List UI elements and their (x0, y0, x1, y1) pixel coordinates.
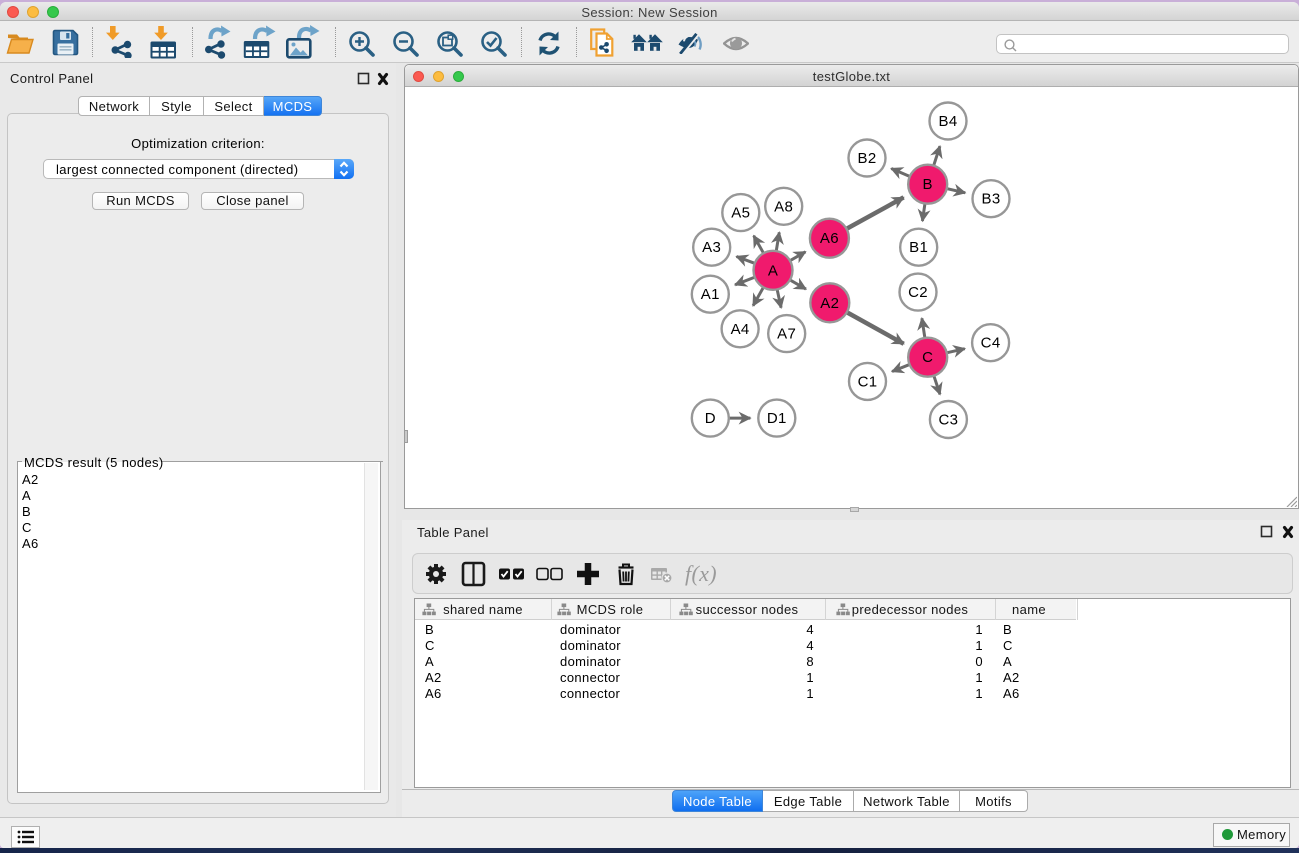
svg-text:A5: A5 (731, 205, 750, 222)
svg-text:B: B (923, 176, 933, 193)
svg-text:A8: A8 (774, 198, 793, 215)
svg-text:A2: A2 (820, 295, 839, 312)
svg-text:B1: B1 (909, 239, 928, 256)
svg-text:A4: A4 (731, 321, 750, 338)
svg-text:D: D (705, 410, 716, 427)
svg-text:D1: D1 (767, 410, 787, 427)
svg-text:f(x): f(x) (685, 561, 717, 586)
svg-text:A3: A3 (702, 239, 721, 256)
svg-text:B2: B2 (857, 150, 876, 167)
svg-text:A7: A7 (777, 326, 796, 343)
svg-text:B3: B3 (981, 191, 1000, 208)
svg-text:C: C (922, 349, 933, 366)
svg-text:A: A (768, 262, 778, 279)
svg-text:B4: B4 (938, 113, 957, 130)
svg-text:C4: C4 (981, 335, 1001, 352)
svg-text:C1: C1 (858, 373, 878, 390)
svg-text:A1: A1 (701, 286, 720, 303)
svg-text:A6: A6 (820, 230, 839, 247)
svg-text:C3: C3 (938, 412, 958, 429)
svg-text:C2: C2 (908, 284, 928, 301)
